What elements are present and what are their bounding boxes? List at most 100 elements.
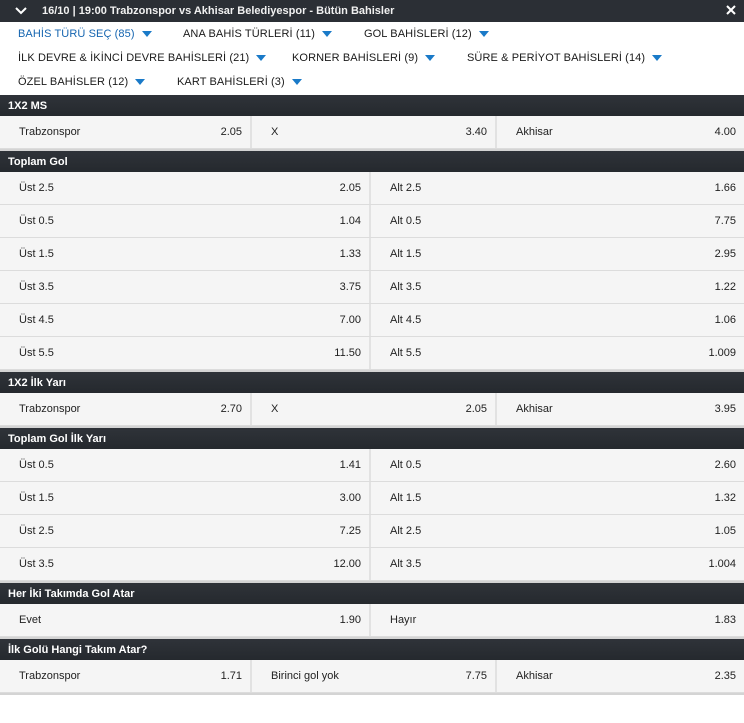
odds-button[interactable]: Alt 3.5 1.22 [371, 271, 744, 303]
market-title: 1X2 İlk Yarı [0, 372, 744, 393]
market-row: Evet 1.90 Hayır 1.83 [0, 604, 744, 637]
filter-sure-periyot[interactable]: SÜRE & PERİYOT BAHİSLERİ (14) [467, 52, 663, 64]
odds-button[interactable]: Hayır 1.83 [371, 604, 744, 636]
market-row: Üst 4.5 7.00 Alt 4.5 1.06 [0, 304, 744, 337]
outcome-label: Üst 1.5 [19, 248, 54, 260]
odds-button[interactable]: Üst 2.5 2.05 [0, 172, 371, 204]
odds-value: 12.00 [333, 558, 361, 570]
triangle-down-icon [478, 31, 489, 37]
close-button[interactable] [724, 3, 738, 17]
market-row: Trabzonspor 2.05 X 3.40 Akhisar 4.00 [0, 116, 744, 149]
market-rows: Üst 0.5 1.41 Alt 0.5 2.60 Üst 1.5 3.00 Alt 1.5… [0, 449, 744, 583]
triangle-down-icon [141, 31, 152, 37]
odds-button[interactable]: Alt 0.5 7.75 [371, 205, 744, 237]
outcome-label: Alt 3.5 [390, 558, 422, 570]
triangle-down-icon [652, 55, 663, 61]
market-row: Üst 3.5 3.75 Alt 3.5 1.22 [0, 271, 744, 304]
odds-button[interactable]: Alt 0.5 2.60 [371, 449, 744, 481]
triangle-down-icon [256, 55, 267, 61]
odds-button[interactable]: Trabzonspor 2.70 [0, 393, 252, 425]
odds-button[interactable]: Alt 5.5 1.009 [371, 337, 744, 369]
outcome-label: Alt 2.5 [390, 182, 422, 194]
odds-button[interactable]: Birinci gol yok 7.75 [252, 660, 497, 692]
markets-list: 1X2 MS Trabzonspor 2.05 X 3.40 Akhisar 4.00 Top… [0, 95, 744, 695]
odds-button[interactable]: X 2.05 [252, 393, 497, 425]
odds-button[interactable]: Üst 4.5 7.00 [0, 304, 371, 336]
market-row: Üst 0.5 1.41 Alt 0.5 2.60 [0, 449, 744, 482]
odds-value: 2.05 [465, 403, 487, 415]
outcome-label: Akhisar [516, 126, 553, 138]
odds-button[interactable]: Üst 1.5 1.33 [0, 238, 371, 270]
odds-value: 1.66 [714, 182, 736, 194]
odds-button[interactable]: Alt 2.5 1.05 [371, 515, 744, 547]
filter-gol-bahisleri[interactable]: GOL BAHİSLERİ (12) [364, 28, 489, 40]
odds-value: 3.95 [714, 403, 736, 415]
outcome-label: Üst 0.5 [19, 215, 54, 227]
market-row: Üst 1.5 1.33 Alt 1.5 2.95 [0, 238, 744, 271]
filter-ilk-devre-ikinci-devre[interactable]: İLK DEVRE & İKİNCİ DEVRE BAHİSLERİ (21) [18, 52, 267, 64]
odds-button[interactable]: Üst 3.5 3.75 [0, 271, 371, 303]
market-row: Üst 2.5 7.25 Alt 2.5 1.05 [0, 515, 744, 548]
odds-value: 2.60 [714, 459, 736, 471]
collapse-button[interactable] [0, 7, 42, 15]
odds-value: 3.40 [465, 126, 487, 138]
outcome-label: Trabzonspor [19, 126, 81, 138]
match-title: 16/10 | 19:00 Trabzonspor vs Akhisar Bel… [42, 5, 395, 17]
outcome-label: Üst 2.5 [19, 525, 54, 537]
odds-button[interactable]: Alt 4.5 1.06 [371, 304, 744, 336]
filter-kart-bahisleri[interactable]: KART BAHİSLERİ (3) [177, 76, 302, 88]
filter-korner-bahisleri[interactable]: KORNER BAHİSLERİ (9) [292, 52, 436, 64]
odds-button[interactable]: Akhisar 4.00 [497, 116, 744, 148]
chevron-down-icon [15, 7, 27, 15]
odds-button[interactable]: X 3.40 [252, 116, 497, 148]
market-title: Toplam Gol İlk Yarı [0, 428, 744, 449]
market-rows: Trabzonspor 2.05 X 3.40 Akhisar 4.00 [0, 116, 744, 151]
odds-value: 1.71 [220, 670, 242, 682]
outcome-label: Trabzonspor [19, 670, 81, 682]
outcome-label: Alt 0.5 [390, 459, 422, 471]
outcome-label: X [271, 403, 279, 415]
filter-label: GOL BAHİSLERİ (12) [364, 28, 472, 40]
market-title: Her İki Takımda Gol Atar [0, 583, 744, 604]
odds-button[interactable]: Alt 1.5 1.32 [371, 482, 744, 514]
outcome-label: Evet [19, 614, 42, 626]
odds-value: 1.41 [339, 459, 361, 471]
odds-value: 2.05 [339, 182, 361, 194]
odds-button[interactable]: Alt 2.5 1.66 [371, 172, 744, 204]
odds-button[interactable]: Alt 3.5 1.004 [371, 548, 744, 580]
filter-ozel-bahisler[interactable]: ÖZEL BAHİSLER (12) [18, 76, 146, 88]
odds-button[interactable]: Akhisar 3.95 [497, 393, 744, 425]
market-title: İlk Golü Hangi Takım Atar? [0, 639, 744, 660]
odds-button[interactable]: Üst 5.5 11.50 [0, 337, 371, 369]
market-row: Üst 5.5 11.50 Alt 5.5 1.009 [0, 337, 744, 370]
outcome-label: Üst 3.5 [19, 281, 54, 293]
market-rows: Trabzonspor 2.70 X 2.05 Akhisar 3.95 [0, 393, 744, 428]
filter-ana-bahis-turleri[interactable]: ANA BAHİS TÜRLERİ (11) [183, 28, 332, 40]
odds-value: 1.83 [714, 614, 736, 626]
odds-button[interactable]: Üst 0.5 1.41 [0, 449, 371, 481]
odds-button[interactable]: Trabzonspor 2.05 [0, 116, 252, 148]
odds-button[interactable]: Akhisar 2.35 [497, 660, 744, 692]
outcome-label: Alt 4.5 [390, 314, 422, 326]
market-rows: Evet 1.90 Hayır 1.83 [0, 604, 744, 639]
odds-button[interactable]: Üst 3.5 12.00 [0, 548, 371, 580]
odds-button[interactable]: Üst 2.5 7.25 [0, 515, 371, 547]
market-row: Üst 3.5 12.00 Alt 3.5 1.004 [0, 548, 744, 581]
odds-button[interactable]: Evet 1.90 [0, 604, 371, 636]
triangle-down-icon [135, 79, 146, 85]
filter-bahis-turu-sec[interactable]: BAHİS TÜRÜ SEÇ (85) [18, 28, 152, 40]
outcome-label: X [271, 126, 279, 138]
odds-button[interactable]: Trabzonspor 1.71 [0, 660, 252, 692]
market-title: 1X2 MS [0, 95, 744, 116]
odds-value: 1.05 [714, 525, 736, 537]
close-icon [726, 5, 736, 15]
odds-button[interactable]: Üst 0.5 1.04 [0, 205, 371, 237]
filter-label: KORNER BAHİSLERİ (9) [292, 52, 419, 64]
outcome-label: Alt 0.5 [390, 215, 422, 227]
outcome-label: Üst 0.5 [19, 459, 54, 471]
odds-value: 2.05 [220, 126, 242, 138]
odds-value: 4.00 [714, 126, 736, 138]
odds-button[interactable]: Alt 1.5 2.95 [371, 238, 744, 270]
odds-button[interactable]: Üst 1.5 3.00 [0, 482, 371, 514]
odds-value: 3.75 [339, 281, 361, 293]
